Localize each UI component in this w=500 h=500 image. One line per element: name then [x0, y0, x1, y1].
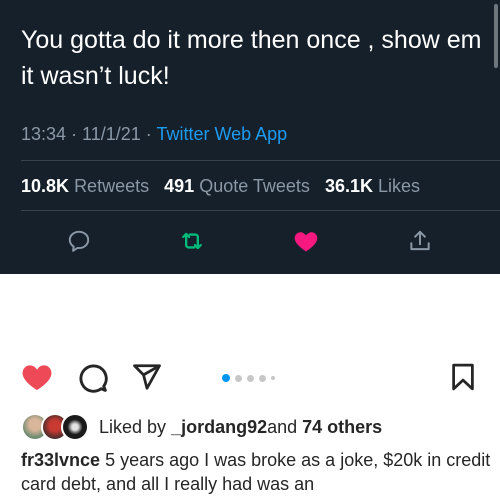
bookmark-icon: [452, 363, 474, 391]
comment-button[interactable]: [75, 360, 109, 394]
tweet-text: You gotta do it more then once , show em…: [21, 26, 482, 90]
quote-label: Quote Tweets: [199, 176, 310, 196]
comment-icon: [79, 364, 108, 393]
avatar: [61, 413, 89, 441]
tweet-source[interactable]: Twitter Web App: [156, 124, 287, 144]
liked-by-others[interactable]: 74 others: [302, 417, 382, 438]
likes-label: Likes: [378, 176, 421, 196]
meta-separator: ·: [140, 124, 157, 144]
carousel-dot: [271, 376, 275, 380]
like-heart-icon: [294, 232, 318, 252]
reply-button[interactable]: [64, 226, 94, 256]
quote-tweets-stat[interactable]: 491 Quote Tweets: [164, 176, 310, 196]
meta-separator: ·: [66, 124, 83, 144]
liked-by-row[interactable]: Liked by _jordang92 and 74 others: [21, 412, 382, 442]
likes-stat[interactable]: 36.1K Likes: [325, 176, 420, 196]
carousel-dot: [247, 374, 254, 382]
scrollbar[interactable]: [494, 4, 498, 68]
tweet-card: You gotta do it more then once , show em…: [0, 0, 500, 274]
retweet-button[interactable]: [177, 226, 207, 256]
share-icon: [410, 230, 430, 251]
like-button[interactable]: [20, 360, 54, 394]
post-caption: fr33lvnce 5 years ago I was broke as a j…: [21, 448, 491, 496]
likes-count: 36.1K: [324, 176, 373, 196]
tweet-actions: [0, 226, 500, 258]
send-icon: [133, 364, 161, 390]
liker-avatars: [21, 413, 91, 441]
carousel-dot: [222, 374, 230, 382]
retweets-count: 10.8K: [21, 176, 70, 196]
caption-username[interactable]: fr33lvnce: [21, 450, 100, 470]
reply-icon: [68, 230, 90, 252]
liked-by-prefix: Liked by: [99, 416, 167, 437]
retweet-icon: [182, 232, 202, 250]
instagram-action-bar: [0, 360, 500, 396]
divider: [21, 210, 500, 211]
tweet-meta: 13:34 · 11/1/21 · Twitter Web App: [21, 124, 287, 145]
tweet-date[interactable]: 11/1/21: [82, 124, 141, 144]
share-button[interactable]: [405, 226, 435, 256]
carousel-dot: [235, 374, 242, 382]
tweet-time: 13:34: [21, 124, 67, 144]
share-button[interactable]: [130, 360, 164, 394]
like-button[interactable]: [291, 226, 321, 256]
liked-by-and: and: [267, 416, 298, 437]
retweets-label: Retweets: [74, 176, 150, 196]
carousel-dot: [259, 374, 266, 382]
retweets-stat[interactable]: 10.8K Retweets: [21, 176, 149, 196]
heart-icon: [22, 365, 52, 391]
carousel-indicator: [222, 374, 275, 382]
save-button[interactable]: [446, 360, 480, 394]
quote-count: 491: [164, 176, 195, 196]
liked-by-username[interactable]: _jordang92: [171, 417, 267, 438]
tweet-stats: 10.8K Retweets 491 Quote Tweets 36.1K Li…: [21, 176, 420, 197]
divider: [21, 160, 500, 161]
